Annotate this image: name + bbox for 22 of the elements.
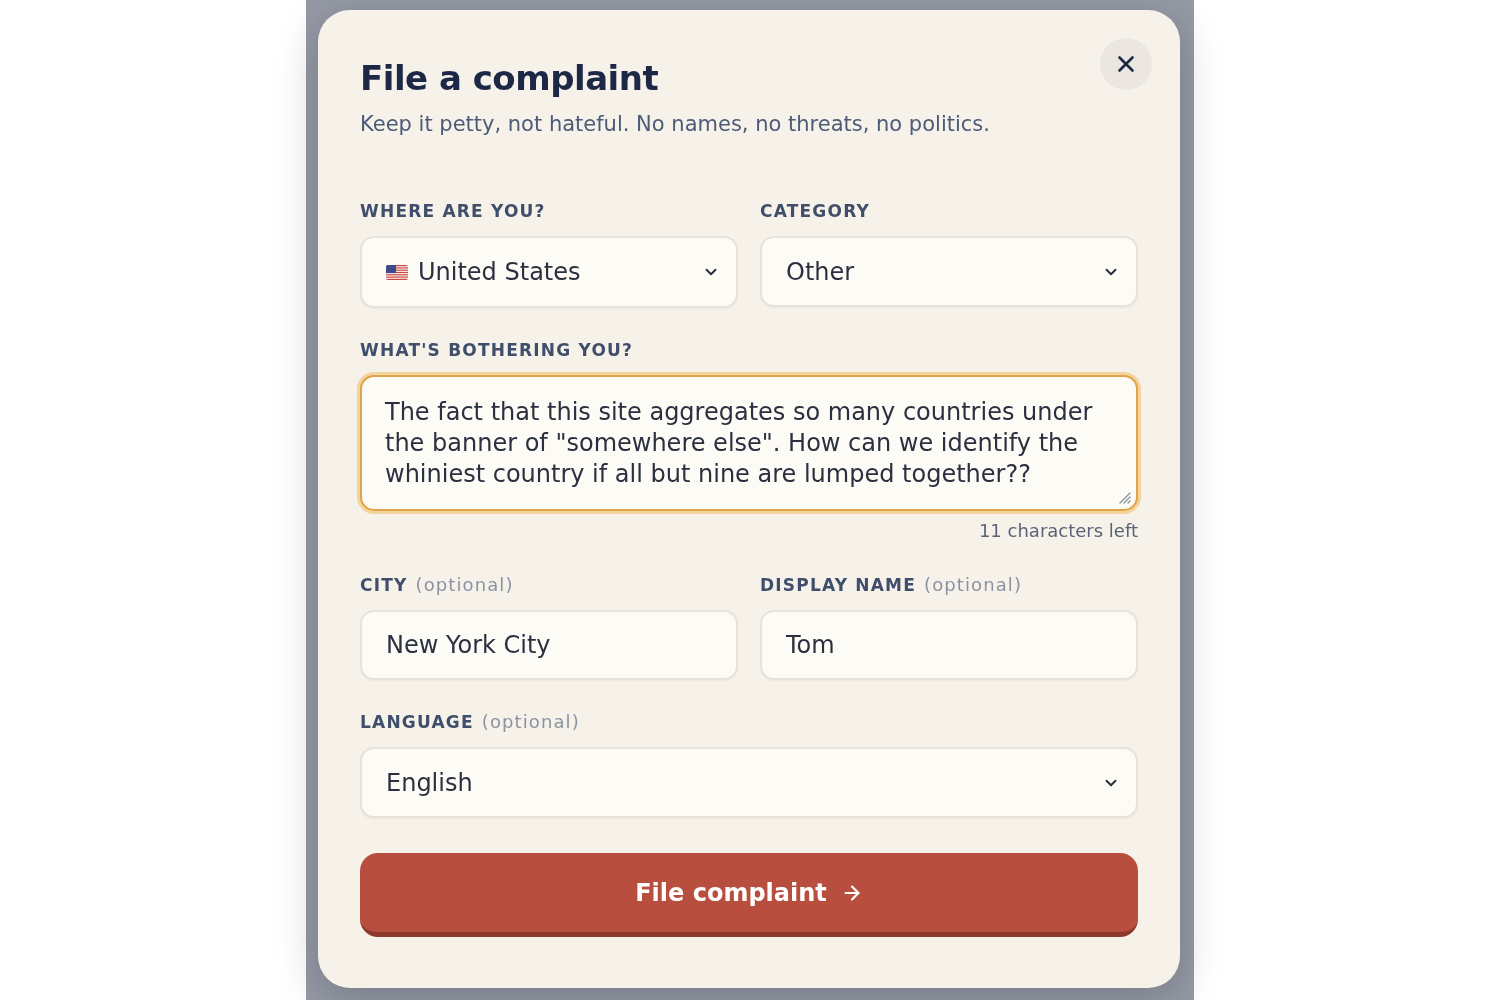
submit-button[interactable]: File complaint xyxy=(360,853,1138,937)
text-area-field[interactable]: The fact that this site aggregates so many countries under the banner of "somewhere else". How can we identify the whiniest country if all but nine are lumped together?? xyxy=(360,375,1138,511)
country-select[interactable]: United States xyxy=(360,236,738,308)
close-button[interactable] xyxy=(1100,38,1152,90)
optional-hint: (optional) xyxy=(415,573,514,597)
field-label: WHERE ARE YOU? xyxy=(360,200,546,223)
optional-hint: (optional) xyxy=(481,710,580,734)
dialog-title: File a complaint xyxy=(360,58,660,98)
input-field[interactable]: New York City xyxy=(360,610,738,680)
dropdown-select[interactable]: Other xyxy=(760,236,1138,307)
field-label: CITY xyxy=(360,574,408,597)
optional-hint: (optional) xyxy=(924,573,1023,597)
field-label: WHAT'S BOTHERING YOU? xyxy=(360,339,634,362)
field-label: CATEGORY xyxy=(760,200,870,223)
character-counter: 11 characters left xyxy=(978,519,1138,543)
dropdown-select[interactable]: English xyxy=(360,747,1138,818)
input-field[interactable]: Tom xyxy=(760,610,1138,680)
dialog-subtitle: Keep it petty, not hateful. No names, no threats, no politics. xyxy=(360,111,990,138)
field-label: DISPLAY NAME xyxy=(760,574,917,597)
field-label: LANGUAGE xyxy=(360,711,474,734)
flag-icon xyxy=(386,264,408,280)
resize-handle-icon[interactable] xyxy=(1117,490,1131,504)
